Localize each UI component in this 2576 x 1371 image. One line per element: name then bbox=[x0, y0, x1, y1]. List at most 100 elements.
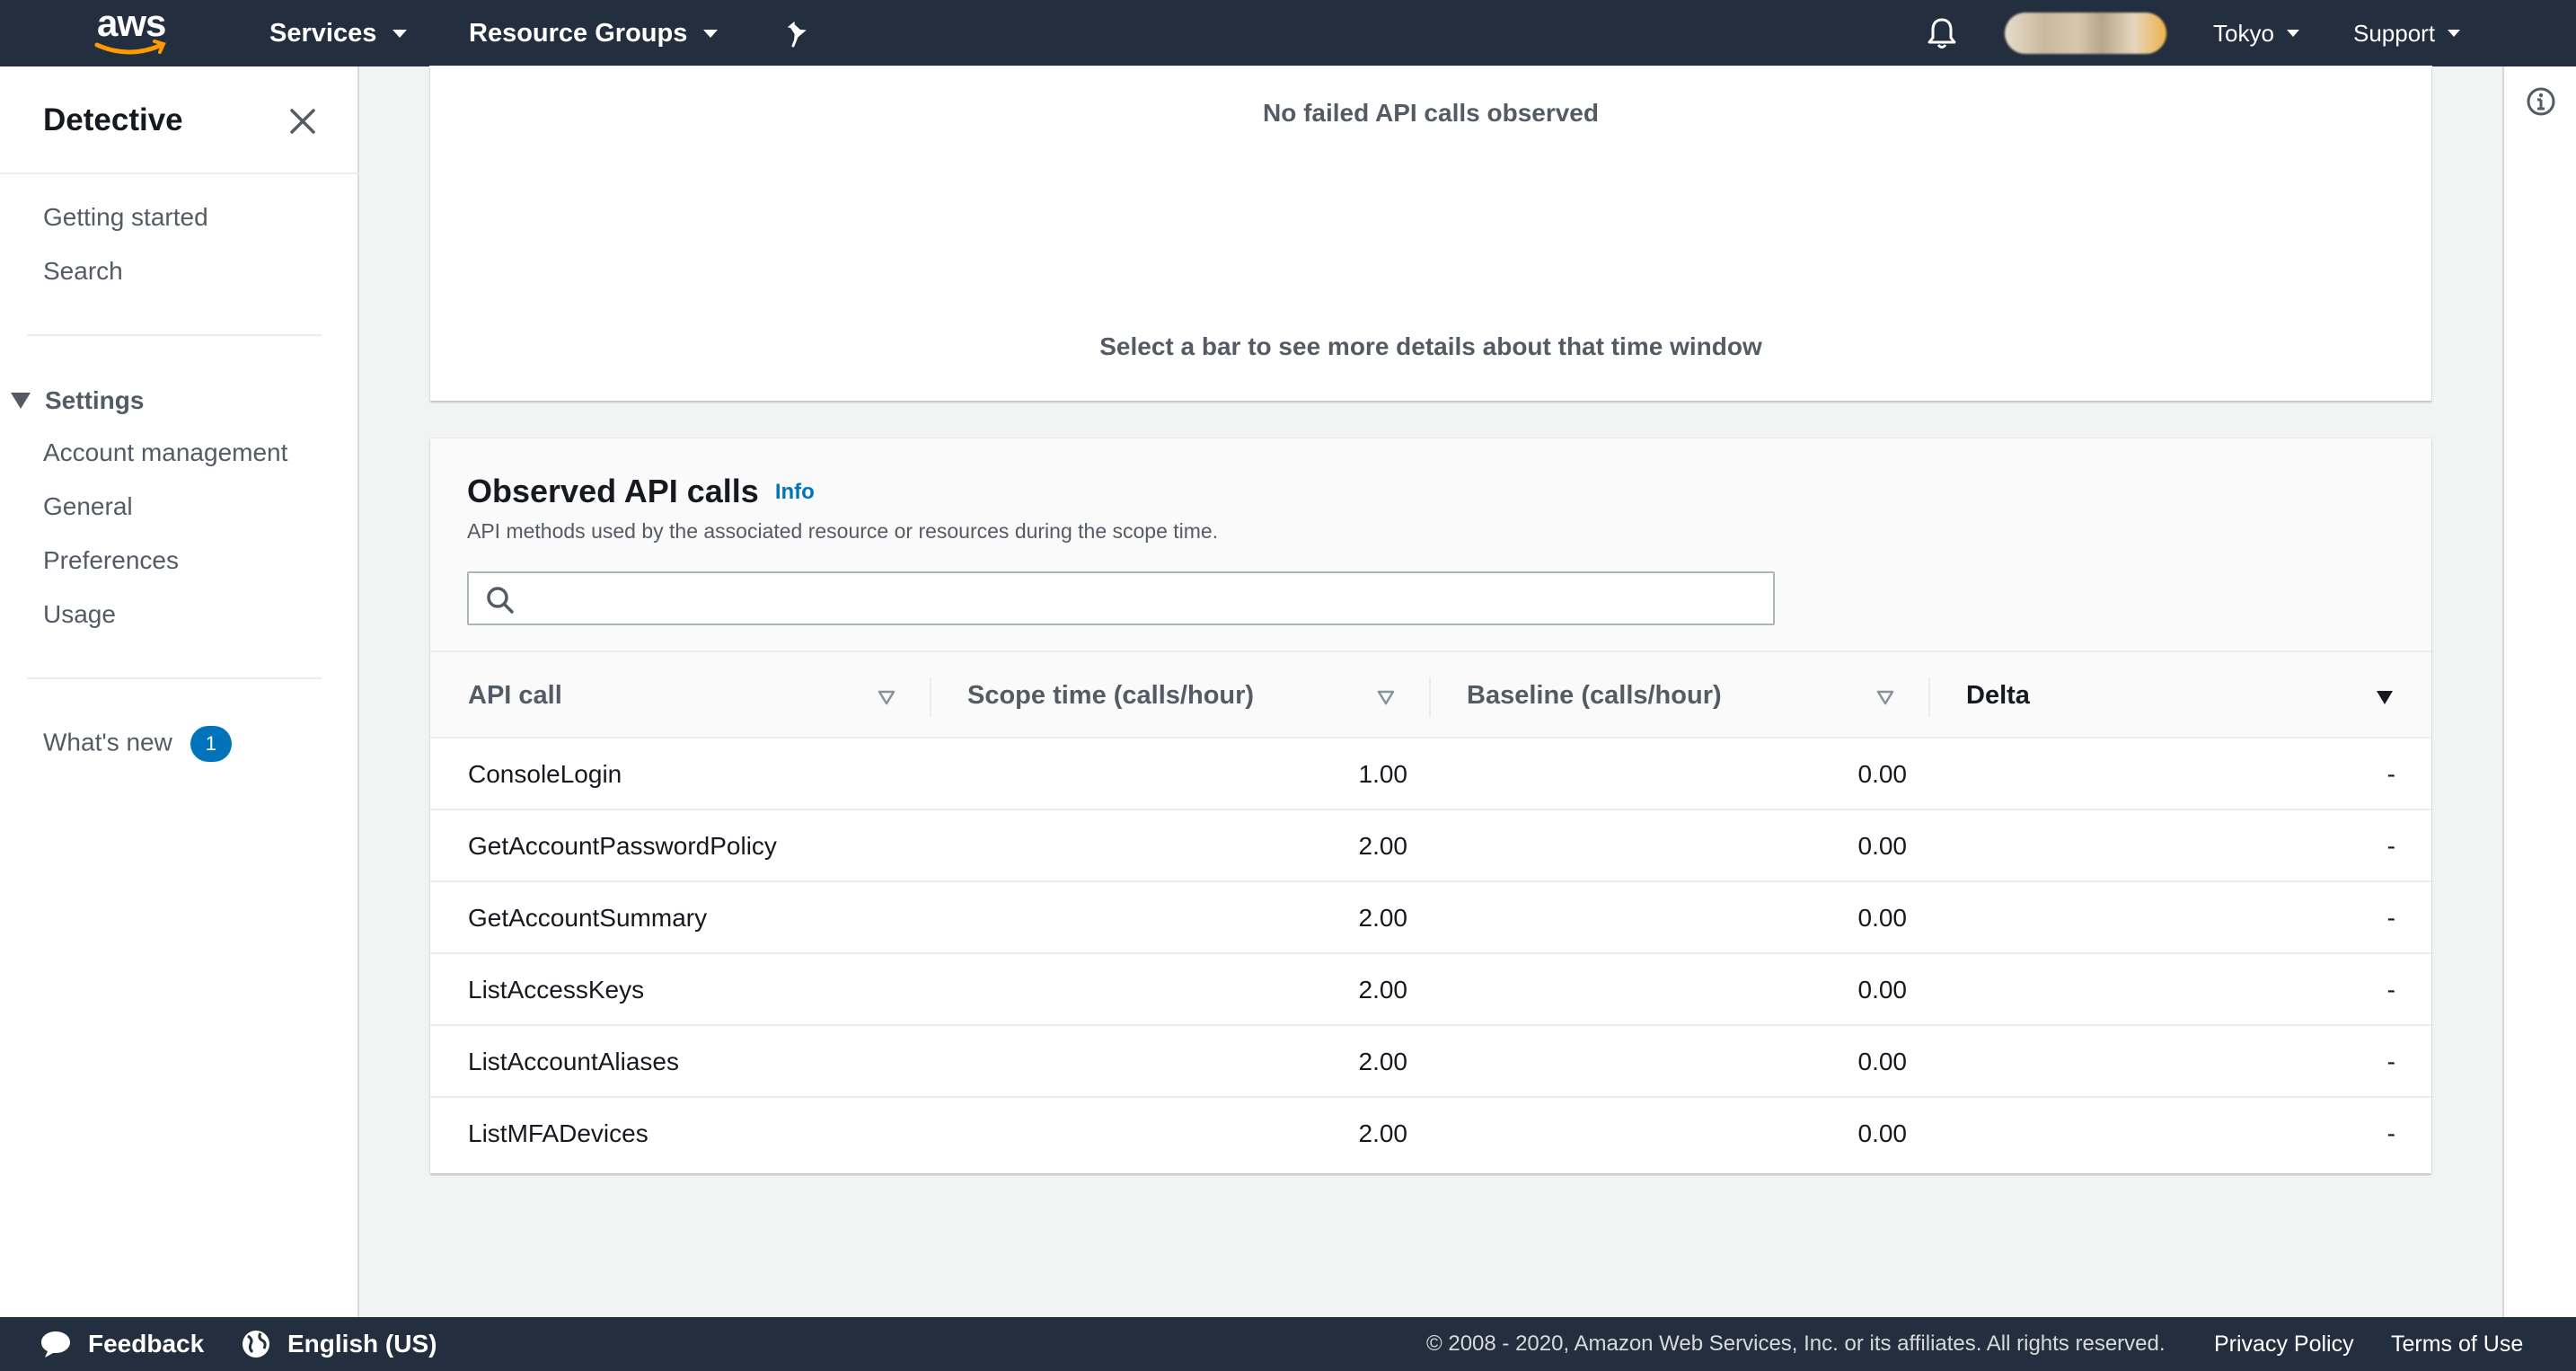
services-menu-button[interactable]: Services bbox=[269, 0, 408, 66]
account-menu-button[interactable] bbox=[2005, 13, 2166, 54]
cell-scope-time: 2.00 bbox=[1358, 1048, 1408, 1075]
table-row[interactable]: ListMFADevices 2.00 0.00 - bbox=[430, 1098, 2431, 1170]
whats-new-label: What's new bbox=[43, 728, 172, 756]
cell-baseline: 0.00 bbox=[1857, 760, 1908, 788]
column-divider bbox=[1928, 677, 1930, 717]
column-header-delta[interactable]: Delta bbox=[1966, 652, 2030, 739]
column-header-baseline[interactable]: Baseline (calls/hour) bbox=[1467, 652, 1722, 739]
pin-icon[interactable] bbox=[785, 0, 812, 66]
sort-icon[interactable] bbox=[1875, 688, 1895, 706]
sort-icon[interactable] bbox=[877, 688, 896, 706]
panel-title-text: Observed API calls bbox=[467, 473, 759, 509]
panel-header: Observed API calls Info API methods used … bbox=[430, 438, 2431, 652]
search-input[interactable] bbox=[532, 573, 1762, 624]
cell-api-call: ListAccessKeys bbox=[468, 976, 645, 1004]
cell-baseline: 0.00 bbox=[1857, 1119, 1908, 1147]
table-body: ConsoleLogin 1.00 0.00- GetAccountPasswordP… bbox=[430, 739, 2431, 1172]
cell-scope-time: 2.00 bbox=[1358, 832, 1408, 860]
language-selector[interactable]: English (US) bbox=[241, 1317, 437, 1371]
sidebar-item-usage[interactable]: Usage bbox=[43, 600, 116, 629]
region-label: Tokyo bbox=[2213, 19, 2274, 47]
resource-groups-menu-button[interactable]: Resource Groups bbox=[469, 0, 719, 66]
cell-delta: - bbox=[2386, 976, 2395, 1004]
privacy-policy-link[interactable]: Privacy Policy bbox=[2214, 1317, 2354, 1371]
table-row[interactable]: ListAccountAliases 2.00 0.00 - bbox=[430, 1026, 2431, 1098]
cell-delta: - bbox=[2386, 904, 2395, 932]
help-panel-rail bbox=[2502, 66, 2576, 1317]
cell-baseline: 0.00 bbox=[1857, 832, 1908, 860]
cell-scope-time: 1.00 bbox=[1358, 760, 1408, 788]
terms-of-use-link[interactable]: Terms of Use bbox=[2391, 1317, 2523, 1371]
column-divider bbox=[1429, 677, 1431, 717]
sidebar-title: Detective bbox=[43, 102, 183, 137]
cell-api-call: ListMFADevices bbox=[468, 1119, 648, 1147]
sidebar-item-general[interactable]: General bbox=[43, 492, 133, 521]
column-header-api-call[interactable]: API call bbox=[468, 652, 562, 739]
services-label: Services bbox=[269, 18, 377, 48]
panel-title: Observed API calls Info bbox=[467, 473, 815, 510]
observed-api-calls-panel: Observed API calls Info API methods used … bbox=[430, 438, 2431, 1173]
cell-baseline: 0.00 bbox=[1857, 976, 1908, 1004]
cell-delta: - bbox=[2386, 1119, 2395, 1147]
globe-icon bbox=[243, 1331, 269, 1358]
cell-delta: - bbox=[2386, 1048, 2395, 1075]
caret-down-icon bbox=[393, 29, 408, 38]
sidebar-item-whats-new[interactable]: What's new 1 bbox=[43, 726, 232, 762]
cell-delta: - bbox=[2386, 760, 2395, 788]
panel-description: API methods used by the associated resou… bbox=[467, 519, 1219, 543]
bar-selection-hint: Select a bar to see more details about t… bbox=[1099, 332, 1762, 360]
info-icon[interactable] bbox=[2526, 86, 2556, 117]
cell-scope-time: 2.00 bbox=[1358, 1119, 1408, 1147]
settings-label: Settings bbox=[45, 386, 145, 414]
support-label: Support bbox=[2353, 19, 2436, 47]
search-icon bbox=[487, 587, 514, 614]
cell-delta: - bbox=[2386, 832, 2395, 860]
sidebar-item-account-management[interactable]: Account management bbox=[43, 438, 287, 467]
info-link[interactable]: Info bbox=[775, 480, 815, 504]
close-icon[interactable] bbox=[287, 106, 318, 137]
cell-api-call: GetAccountPasswordPolicy bbox=[468, 832, 777, 860]
table-row[interactable]: GetAccountSummary 2.00 0.00 - bbox=[430, 882, 2431, 954]
table-row[interactable]: ConsoleLogin 1.00 0.00 - bbox=[430, 739, 2431, 810]
support-menu-button[interactable]: Support bbox=[2353, 0, 2461, 66]
caret-down-icon bbox=[2448, 30, 2461, 37]
divider bbox=[27, 677, 322, 679]
feedback-button[interactable]: Feedback bbox=[40, 1317, 204, 1371]
column-header-scope-time[interactable]: Scope time (calls/hour) bbox=[967, 652, 1254, 739]
cell-api-call: GetAccountSummary bbox=[468, 904, 708, 932]
cell-api-call: ListAccountAliases bbox=[468, 1048, 680, 1075]
notification-count-badge: 1 bbox=[190, 726, 232, 762]
empty-state-message: No failed API calls observed bbox=[1263, 99, 1599, 127]
table-row[interactable]: ListAccessKeys 2.00 0.00 - bbox=[430, 954, 2431, 1026]
sidebar-item-getting-started[interactable]: Getting started bbox=[43, 203, 208, 232]
sort-descending-icon[interactable] bbox=[2375, 688, 2395, 706]
table-header: API call Scope time (calls/hour) Baselin… bbox=[430, 652, 2431, 739]
sort-icon[interactable] bbox=[1376, 688, 1396, 706]
sidebar-item-search[interactable]: Search bbox=[43, 257, 123, 286]
feedback-label: Feedback bbox=[88, 1330, 205, 1358]
cell-scope-time: 2.00 bbox=[1358, 976, 1408, 1004]
column-divider bbox=[930, 677, 931, 717]
side-navigation: Detective Getting started Search Setting… bbox=[0, 66, 359, 1317]
sidebar-item-preferences[interactable]: Preferences bbox=[43, 546, 179, 575]
caret-down-icon bbox=[2286, 30, 2299, 37]
aws-logo-icon[interactable]: aws bbox=[93, 4, 171, 59]
copyright-text: © 2008 - 2020, Amazon Web Services, Inc.… bbox=[1426, 1331, 2166, 1356]
cell-scope-time: 2.00 bbox=[1358, 904, 1408, 932]
divider bbox=[0, 172, 359, 174]
page-footer: Feedback English (US) © 2008 - 2020, Ama… bbox=[0, 1317, 2576, 1371]
cell-api-call: ConsoleLogin bbox=[468, 760, 622, 788]
table-row[interactable]: GetAccountPasswordPolicy 2.00 0.00 - bbox=[430, 810, 2431, 882]
cell-baseline: 0.00 bbox=[1857, 1048, 1908, 1075]
chat-bubble-icon bbox=[41, 1331, 70, 1358]
expand-triangle-icon bbox=[11, 393, 31, 409]
divider bbox=[27, 334, 322, 336]
region-menu-button[interactable]: Tokyo bbox=[2213, 0, 2299, 66]
sidebar-section-settings[interactable]: Settings bbox=[11, 386, 144, 415]
cell-baseline: 0.00 bbox=[1857, 904, 1908, 932]
resource-groups-label: Resource Groups bbox=[469, 18, 688, 48]
caret-down-icon bbox=[703, 29, 719, 38]
search-field[interactable] bbox=[467, 571, 1775, 625]
bell-icon[interactable] bbox=[1926, 0, 1958, 66]
language-label: English (US) bbox=[287, 1330, 437, 1358]
